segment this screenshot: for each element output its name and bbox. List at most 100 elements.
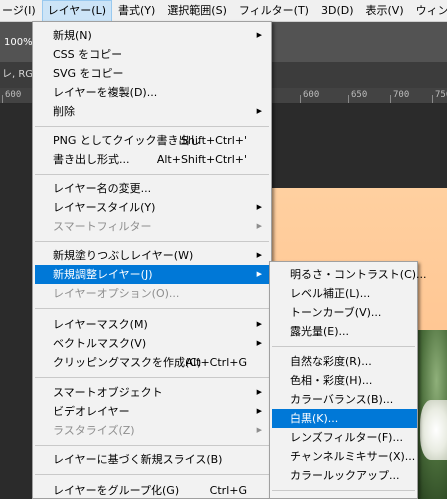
menu-item-rename-layer[interactable]: レイヤー名の変更... — [35, 179, 269, 198]
ruler-label: 750 — [435, 90, 447, 100]
submenu-arrow-icon: ▶ — [256, 270, 262, 278]
menu-item-shortcut: Alt+Shift+Ctrl+' — [156, 153, 247, 166]
menu-separator — [35, 241, 269, 242]
menu-item-quick-export-png[interactable]: PNG としてクイック書き出し Shift+Ctrl+' — [35, 131, 269, 150]
menu-item-label: カラーバランス(B)... — [290, 393, 394, 406]
menu-item-delete[interactable]: 削除 ▶ — [35, 102, 269, 121]
menu-item-label: ラスタライズ(Z) — [53, 424, 135, 437]
menu-item-new-fill-layer[interactable]: 新規塗りつぶしレイヤー(W) ▶ — [35, 246, 269, 265]
submenu-item-black-white[interactable]: 白黒(K)... — [272, 409, 417, 428]
menu-item-label: 色相・彩度(H)... — [290, 374, 373, 387]
submenu-arrow-icon: ▶ — [256, 251, 262, 259]
menu-item-smart-filter: スマートフィルター ▶ — [35, 217, 269, 236]
menu-item-label: レベル補正(L)... — [290, 287, 371, 300]
menu-item-rasterize: ラスタライズ(Z) ▶ — [35, 421, 269, 440]
menu-item-label: PNG としてクイック書き出し — [53, 134, 201, 147]
menubar-item-3d[interactable]: 3D(D) — [315, 0, 360, 21]
menu-item-label: レンズフィルター(F)... — [290, 431, 403, 444]
menu-item-new-layer-based-slice[interactable]: レイヤーに基づく新規スライス(B) — [35, 450, 269, 469]
layer-menu: 新規(N) ▶ CSS をコピー SVG をコピー レイヤーを複製(D)... 削… — [32, 21, 272, 499]
document-tab[interactable]: レ, RG — [0, 62, 33, 88]
menu-item-label: レイヤースタイル(Y) — [53, 201, 156, 214]
submenu-item-curves[interactable]: トーンカーブ(V)... — [272, 303, 417, 322]
submenu-arrow-icon: ▶ — [256, 222, 262, 230]
menu-item-vector-mask[interactable]: ベクトルマスク(V) ▶ — [35, 334, 269, 353]
menu-item-label: ビデオレイヤー — [53, 405, 130, 418]
ruler-tick — [300, 95, 301, 103]
ruler-label: 600 — [5, 90, 22, 100]
menubar-item-select[interactable]: 選択範囲(S) — [161, 0, 233, 21]
menu-item-label: レイヤー名の変更... — [53, 182, 152, 195]
submenu-arrow-icon: ▶ — [256, 107, 262, 115]
menu-item-label: ベクトルマスク(V) — [53, 337, 147, 350]
submenu-item-photo-filter[interactable]: レンズフィルター(F)... — [272, 428, 417, 447]
menu-item-shortcut: Alt+Ctrl+G — [185, 356, 247, 369]
menu-item-label: 新規塗りつぶしレイヤー(W) — [53, 249, 194, 262]
ruler-tick — [2, 95, 3, 103]
submenu-arrow-icon: ▶ — [256, 426, 262, 434]
menu-item-label: トーンカーブ(V)... — [290, 306, 382, 319]
menu-item-video-layer[interactable]: ビデオレイヤー ▶ — [35, 402, 269, 421]
menu-item-new[interactable]: 新規(N) ▶ — [35, 26, 269, 45]
menu-item-new-adjustment-layer[interactable]: 新規調整レイヤー(J) ▶ — [35, 265, 269, 284]
menubar-item-window[interactable]: ウィンドウ(W) — [410, 0, 447, 21]
menu-item-label: チャンネルミキサー(X)... — [290, 450, 416, 463]
zoom-value[interactable]: 100% — [4, 34, 33, 51]
submenu-arrow-icon: ▶ — [256, 31, 262, 39]
menu-item-create-clipping-mask[interactable]: クリッピングマスクを作成(C) Alt+Ctrl+G — [35, 353, 269, 372]
ruler-label: 700 — [393, 90, 410, 100]
submenu-item-hue-saturation[interactable]: 色相・彩度(H)... — [272, 371, 417, 390]
menu-item-export-as[interactable]: 書き出し形式... Alt+Shift+Ctrl+' — [35, 150, 269, 169]
menu-separator — [35, 474, 269, 475]
menu-item-label: 自然な彩度(R)... — [290, 355, 372, 368]
menu-item-label: 削除 — [53, 105, 75, 118]
submenu-item-vibrance[interactable]: 自然な彩度(R)... — [272, 352, 417, 371]
menu-item-label: レイヤーを複製(D)... — [53, 86, 158, 99]
menu-item-label: 書き出し形式... — [53, 153, 130, 166]
menubar-item-filter[interactable]: フィルター(T) — [233, 0, 315, 21]
menu-item-shortcut: Ctrl+G — [209, 484, 247, 497]
menubar-item-type[interactable]: 書式(Y) — [112, 0, 161, 21]
menu-item-label: レイヤーオプション(O)... — [53, 287, 180, 300]
menu-separator — [272, 346, 415, 347]
menu-separator — [35, 308, 269, 309]
submenu-arrow-icon: ▶ — [256, 388, 262, 396]
submenu-item-color-balance[interactable]: カラーバランス(B)... — [272, 390, 417, 409]
menu-item-label: 白黒(K)... — [290, 412, 339, 425]
ruler-label: 600 — [303, 90, 320, 100]
menu-item-label: 露光量(E)... — [290, 325, 350, 338]
menu-item-layer-mask[interactable]: レイヤーマスク(M) ▶ — [35, 315, 269, 334]
menu-item-layer-style[interactable]: レイヤースタイル(Y) ▶ — [35, 198, 269, 217]
menu-item-duplicate-layer[interactable]: レイヤーを複製(D)... — [35, 83, 269, 102]
menubar-item-image[interactable]: ージ(I) — [0, 0, 42, 21]
submenu-item-brightness-contrast[interactable]: 明るさ・コントラスト(C)... — [272, 265, 427, 284]
ruler-tick — [432, 95, 433, 103]
submenu-arrow-icon: ▶ — [256, 203, 262, 211]
ruler-label: 650 — [351, 90, 368, 100]
menu-item-shortcut: Shift+Ctrl+' — [180, 134, 247, 147]
submenu-arrow-icon: ▶ — [256, 407, 262, 415]
menubar-item-layer[interactable]: レイヤー(L) — [41, 0, 112, 21]
menu-item-label: SVG をコピー — [53, 67, 124, 80]
submenu-arrow-icon: ▶ — [256, 320, 262, 328]
menu-separator — [35, 445, 269, 446]
menu-separator — [35, 174, 269, 175]
menu-item-label: 明るさ・コントラスト(C)... — [290, 268, 427, 281]
menu-item-copy-css[interactable]: CSS をコピー — [35, 45, 269, 64]
menu-separator — [35, 126, 269, 127]
menu-separator — [272, 490, 415, 491]
submenu-item-exposure[interactable]: 露光量(E)... — [272, 322, 417, 341]
submenu-item-color-lookup[interactable]: カラールックアップ... — [272, 466, 417, 485]
menu-item-copy-svg[interactable]: SVG をコピー — [35, 64, 269, 83]
submenu-item-channel-mixer[interactable]: チャンネルミキサー(X)... — [272, 447, 417, 466]
menu-item-label: スマートオブジェクト — [53, 386, 163, 399]
menu-item-label: 新規(N) — [53, 29, 92, 42]
menu-item-label: レイヤーマスク(M) — [53, 318, 148, 331]
menu-item-label: 新規調整レイヤー(J) — [53, 268, 153, 281]
menu-item-layer-options: レイヤーオプション(O)... — [35, 284, 269, 303]
submenu-item-levels[interactable]: レベル補正(L)... — [272, 284, 417, 303]
menubar-item-view[interactable]: 表示(V) — [360, 0, 410, 21]
menu-item-smart-object[interactable]: スマートオブジェクト ▶ — [35, 383, 269, 402]
menu-item-group-layers[interactable]: レイヤーをグループ化(G) Ctrl+G — [35, 481, 269, 499]
ruler-tick — [348, 95, 349, 103]
